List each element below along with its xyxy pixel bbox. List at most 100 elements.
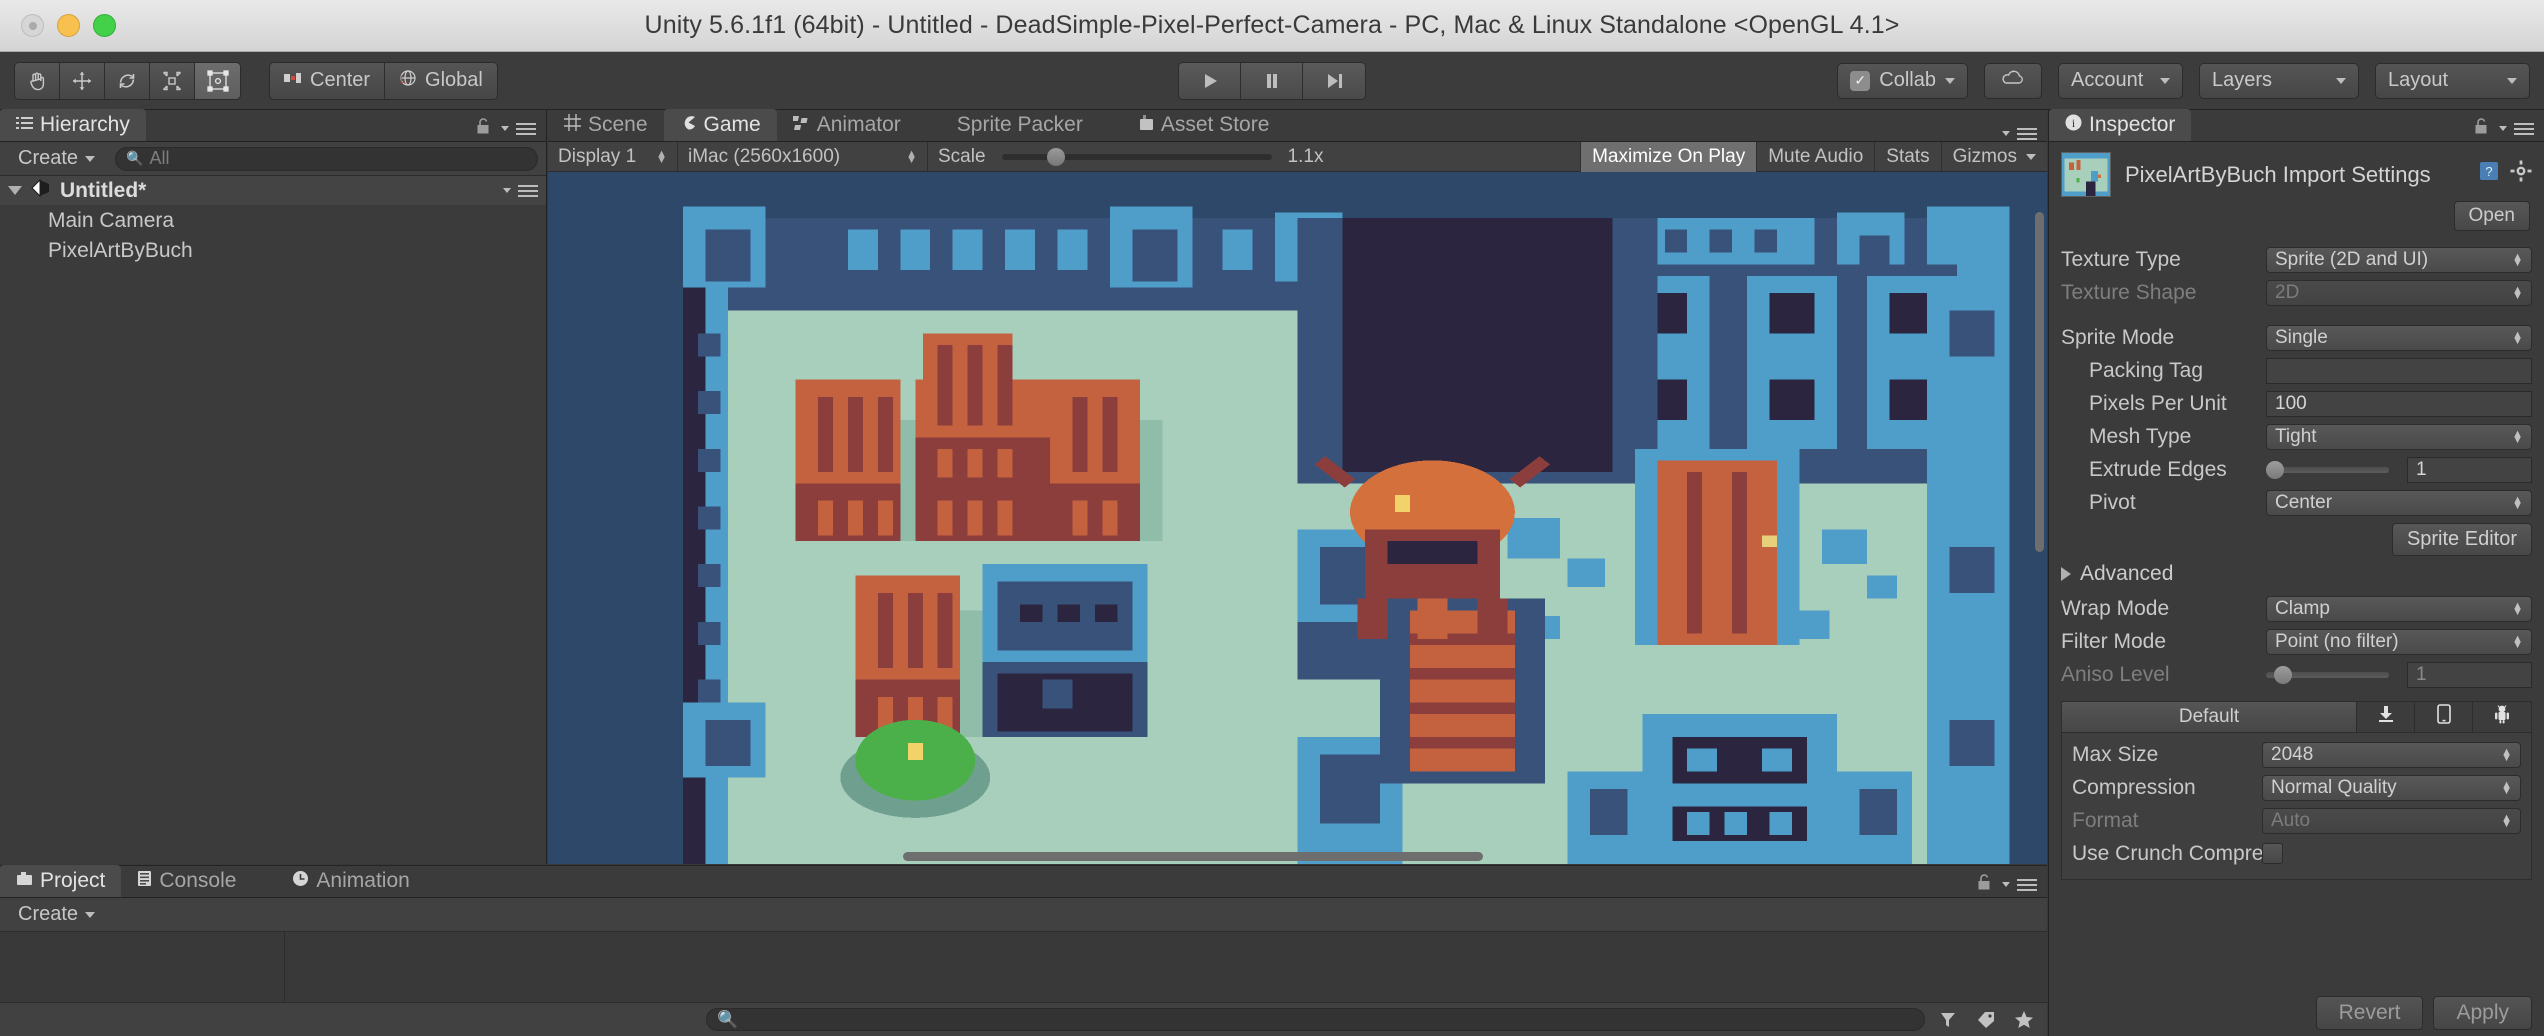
inspector-fields: Texture Type Sprite (2D and UI) ▲▼ Textu… — [2049, 239, 2544, 996]
game-view-vertical-scrollbar[interactable] — [2035, 172, 2045, 864]
scale-slider[interactable] — [1002, 154, 1272, 160]
pixels-per-unit-input[interactable]: 100 — [2266, 391, 2532, 417]
panel-menu-icon[interactable] — [2002, 878, 2037, 892]
field-value: Normal Quality — [2271, 777, 2397, 799]
sprite-editor-button[interactable]: Sprite Editor — [2392, 523, 2532, 556]
apply-button[interactable]: Apply — [2433, 996, 2532, 1030]
tab-project[interactable]: Project — [0, 865, 121, 897]
cloud-icon — [2001, 69, 2025, 93]
scrollbar-thumb[interactable] — [2035, 212, 2044, 552]
display-dropdown[interactable]: Display 1 ▲▼ — [548, 142, 678, 172]
space-mode-button[interactable]: L Global — [385, 63, 497, 99]
hierarchy-scene-row[interactable]: Untitled* — [0, 176, 546, 206]
platform-tab-default[interactable]: Default — [2062, 702, 2357, 732]
filter-by-type-icon[interactable] — [1933, 1010, 1963, 1030]
game-view-horizontal-scrollbar[interactable] — [548, 852, 2047, 862]
use-crunch-compression-checkbox[interactable] — [2262, 843, 2283, 864]
filter-by-label-icon[interactable] — [1971, 1010, 2001, 1030]
extrude-edges-slider[interactable] — [2266, 467, 2389, 473]
slider-knob[interactable] — [2274, 666, 2292, 684]
pause-button[interactable] — [1241, 63, 1303, 99]
slider-knob[interactable] — [2266, 461, 2284, 479]
game-view-toolbar: Display 1 ▲▼ iMac (2560x1600) ▲▼ Scale 1… — [548, 142, 2047, 172]
tab-console[interactable]: Console — [121, 865, 252, 897]
tab-animator[interactable]: Animator — [777, 109, 917, 141]
account-button[interactable]: Account — [2058, 63, 2183, 99]
layout-button[interactable]: Layout — [2375, 63, 2530, 99]
aniso-level-value[interactable]: 1 — [2407, 662, 2532, 688]
open-asset-button[interactable]: Open — [2454, 201, 2530, 231]
texture-type-dropdown[interactable]: Sprite (2D and UI) ▲▼ — [2266, 247, 2532, 273]
tab-asset-store[interactable]: Asset Store — [1099, 109, 1286, 141]
tab-inspector[interactable]: i Inspector — [2049, 109, 2191, 141]
project-folder-icon — [16, 869, 33, 893]
sprite-editor-label: Sprite Editor — [2407, 528, 2517, 550]
platform-tab-android[interactable] — [2473, 702, 2531, 732]
texture-shape-dropdown[interactable]: 2D ▲▼ — [2266, 280, 2532, 306]
advanced-foldout[interactable]: Advanced — [2061, 556, 2532, 592]
wrap-mode-dropdown[interactable]: Clamp ▲▼ — [2266, 596, 2532, 622]
tab-animation[interactable]: Animation — [252, 865, 425, 897]
layers-button[interactable]: Layers — [2199, 63, 2359, 99]
scale-control[interactable]: Scale 1.1x — [928, 142, 1333, 172]
cloud-button[interactable] — [1984, 63, 2042, 99]
aniso-level-slider[interactable] — [2266, 672, 2389, 678]
rect-transform-tool-button[interactable] — [195, 63, 240, 99]
project-folder-tree[interactable] — [0, 932, 285, 1002]
aspect-dropdown[interactable]: iMac (2560x1600) ▲▼ — [678, 142, 928, 172]
sprite-mode-dropdown[interactable]: Single ▲▼ — [2266, 325, 2532, 351]
hierarchy-search-input[interactable]: 🔍 All — [115, 147, 538, 171]
pivot-mode-button[interactable]: Center — [270, 63, 385, 99]
chevron-down-icon — [2026, 154, 2036, 160]
hand-tool-button[interactable] — [15, 63, 60, 99]
packing-tag-input[interactable] — [2266, 358, 2532, 384]
game-view-canvas[interactable] — [548, 172, 2047, 864]
project-search-input[interactable]: 🔍 — [706, 1008, 1925, 1031]
chevron-down-icon[interactable] — [8, 186, 22, 195]
tab-game[interactable]: Game — [664, 109, 777, 141]
gear-icon[interactable] — [2510, 160, 2532, 188]
step-button[interactable] — [1303, 63, 1365, 99]
compression-dropdown[interactable]: Normal Quality ▲▼ — [2262, 775, 2521, 801]
project-asset-grid[interactable] — [285, 932, 2047, 1002]
collab-button[interactable]: ✓ Collab — [1837, 63, 1968, 99]
format-dropdown[interactable]: Auto ▲▼ — [2262, 808, 2521, 834]
move-tool-button[interactable] — [60, 63, 105, 99]
tab-scene[interactable]: Scene — [548, 109, 664, 141]
favorites-star-icon[interactable] — [2009, 1010, 2039, 1030]
hierarchy-create-button[interactable]: Create — [8, 146, 105, 172]
panel-menu-icon[interactable] — [2499, 122, 2534, 136]
filter-mode-dropdown[interactable]: Point (no filter) ▲▼ — [2266, 629, 2532, 655]
inspector-tabbar: i Inspector — [2049, 110, 2544, 142]
project-browser[interactable] — [0, 932, 2047, 1002]
field-label: Aniso Level — [2061, 663, 2266, 687]
scrollbar-thumb[interactable] — [903, 852, 1483, 861]
scene-menu-icon[interactable] — [503, 184, 538, 198]
extrude-edges-value[interactable]: 1 — [2407, 457, 2532, 483]
lock-icon[interactable] — [1976, 873, 1992, 897]
lock-icon[interactable] — [475, 117, 491, 141]
help-icon[interactable]: ? — [2478, 160, 2500, 188]
platform-tab-standalone[interactable] — [2357, 702, 2415, 732]
scale-slider-knob[interactable] — [1047, 148, 1065, 166]
maximize-on-play-toggle[interactable]: Maximize On Play — [1580, 142, 1756, 172]
stats-toggle[interactable]: Stats — [1874, 142, 1940, 172]
scale-tool-button[interactable] — [150, 63, 195, 99]
panel-menu-icon[interactable] — [2002, 127, 2037, 141]
mesh-type-dropdown[interactable]: Tight ▲▼ — [2266, 424, 2532, 450]
tab-hierarchy[interactable]: Hierarchy — [0, 109, 146, 141]
play-button[interactable] — [1179, 63, 1241, 99]
revert-button[interactable]: Revert — [2316, 996, 2424, 1030]
tab-sprite-packer[interactable]: Sprite Packer — [917, 109, 1099, 141]
gizmos-dropdown[interactable]: Gizmos — [1941, 142, 2047, 172]
max-size-dropdown[interactable]: 2048 ▲▼ — [2262, 742, 2521, 768]
project-create-button[interactable]: Create — [8, 902, 105, 928]
platform-tab-ios[interactable] — [2415, 702, 2473, 732]
hierarchy-item-pixelartbybuch[interactable]: PixelArtByBuch — [0, 236, 546, 266]
rotate-tool-button[interactable] — [105, 63, 150, 99]
panel-menu-icon[interactable] — [501, 122, 536, 136]
pivot-dropdown[interactable]: Center ▲▼ — [2266, 490, 2532, 516]
hierarchy-item-main-camera[interactable]: Main Camera — [0, 206, 546, 236]
mute-audio-toggle[interactable]: Mute Audio — [1756, 142, 1874, 172]
lock-icon[interactable] — [2473, 117, 2489, 141]
